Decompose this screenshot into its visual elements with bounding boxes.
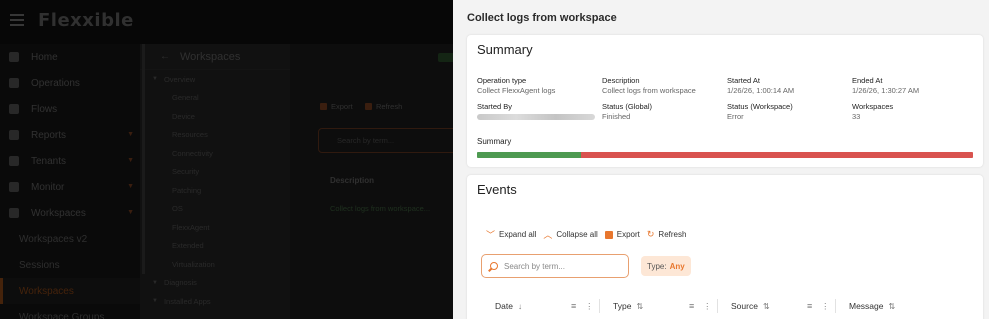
field-value: Finished — [602, 112, 631, 121]
refresh-label: Refresh — [658, 230, 687, 239]
sort-icon[interactable]: ⇅ — [636, 302, 643, 311]
filter-icon[interactable]: ≡ — [807, 301, 812, 311]
field-value: Collect FlexxAgent logs — [477, 86, 556, 95]
column-header-message[interactable]: Message ⇅ — [849, 299, 895, 313]
drawer-title: Collect logs from workspace — [467, 12, 617, 24]
field-label: Started At — [727, 76, 760, 85]
sort-icon[interactable]: ⇅ — [889, 302, 896, 311]
summary-field-ended-at: Ended At 1/26/26, 1:30:27 AM — [852, 76, 919, 96]
collapse-all-button[interactable]: ︿ Collapse all — [543, 228, 597, 241]
field-label: Description — [602, 76, 640, 85]
field-value: Error — [727, 112, 744, 121]
field-label: Started By — [477, 102, 513, 111]
type-filter-label: Type: — [647, 261, 667, 271]
sort-icon[interactable]: ⇅ — [763, 302, 770, 311]
column-header-type[interactable]: Type ⇅ — [613, 299, 643, 313]
events-title: Events — [477, 182, 517, 197]
field-value: 1/26/26, 1:30:27 AM — [852, 86, 920, 95]
field-label: Ended At — [852, 76, 883, 85]
column-menu-icon[interactable]: ⋮ — [821, 302, 829, 311]
column-tools: ≡ ⋮ — [571, 299, 593, 313]
field-label: Operation type — [477, 76, 527, 85]
field-value: 33 — [852, 112, 861, 121]
events-search-input[interactable]: Search by term... — [481, 254, 629, 278]
column-tools: ≡ ⋮ — [807, 299, 829, 313]
column-separator — [599, 299, 600, 313]
summary-bar-label: Summary — [477, 137, 512, 146]
export-button[interactable]: Export — [604, 230, 640, 239]
sort-icon[interactable]: ↓ — [518, 302, 522, 311]
filter-icon[interactable]: ≡ — [689, 301, 694, 311]
field-value: 1/26/26, 1:00:14 AM — [727, 86, 795, 95]
summary-field-workspaces: Workspaces 33 — [852, 102, 893, 122]
column-menu-icon[interactable]: ⋮ — [703, 302, 711, 311]
refresh-icon: ↻ — [646, 229, 655, 239]
column-separator — [717, 299, 718, 313]
column-header-label: Date — [495, 301, 513, 311]
column-header-source[interactable]: Source ⇅ — [731, 299, 770, 313]
export-label: Export — [616, 230, 640, 239]
redacted-value — [477, 114, 595, 120]
summary-card: Summary Operation type Collect FlexxAgent… — [467, 35, 983, 167]
summary-field-description: Description Collect logs from workspace — [602, 76, 696, 96]
field-label: Workspaces — [852, 102, 894, 111]
chevron-down-icon: ﹀ — [486, 230, 496, 240]
progress-error-segment — [581, 152, 973, 158]
column-header-date[interactable]: Date ↓ — [495, 299, 522, 313]
progress-success-segment — [477, 152, 581, 158]
excel-export-icon — [604, 230, 613, 239]
summary-title: Summary — [477, 42, 533, 57]
summary-field-status-global: Status (Global) Finished — [602, 102, 652, 122]
summary-field-started-by: Started By — [477, 102, 595, 123]
type-filter-value: Any — [669, 261, 685, 271]
search-icon — [490, 262, 498, 270]
summary-progress-bar — [477, 152, 973, 158]
summary-field-status-workspace: Status (Workspace) Error — [727, 102, 793, 122]
column-header-label: Message — [849, 301, 884, 311]
field-label: Status (Workspace) — [727, 102, 793, 111]
field-value: Collect logs from workspace — [602, 86, 696, 95]
refresh-button[interactable]: ↻ Refresh — [647, 229, 687, 240]
column-separator — [835, 299, 836, 313]
search-placeholder: Search by term... — [504, 261, 565, 271]
operation-drawer: Collect logs from workspace Summary Oper… — [453, 0, 989, 319]
summary-field-started-at: Started At 1/26/26, 1:00:14 AM — [727, 76, 794, 96]
column-tools: ≡ ⋮ — [689, 299, 711, 313]
summary-field-operation-type: Operation type Collect FlexxAgent logs — [477, 76, 555, 96]
chevron-up-icon: ︿ — [543, 230, 553, 240]
filter-icon[interactable]: ≡ — [571, 301, 576, 311]
events-card: Events ﹀ Expand all ︿ Collapse all Expor… — [467, 175, 983, 319]
expand-all-label: Expand all — [499, 230, 537, 239]
field-label: Status (Global) — [602, 102, 653, 111]
collapse-all-label: Collapse all — [556, 230, 598, 239]
column-header-label: Source — [731, 301, 758, 311]
type-filter-chip[interactable]: Type: Any — [641, 256, 691, 276]
expand-all-button[interactable]: ﹀ Expand all — [486, 228, 536, 241]
events-toolbar: ﹀ Expand all ︿ Collapse all Export ↻ Ref… — [486, 228, 693, 241]
column-header-label: Type — [613, 301, 632, 311]
column-menu-icon[interactable]: ⋮ — [585, 302, 593, 311]
